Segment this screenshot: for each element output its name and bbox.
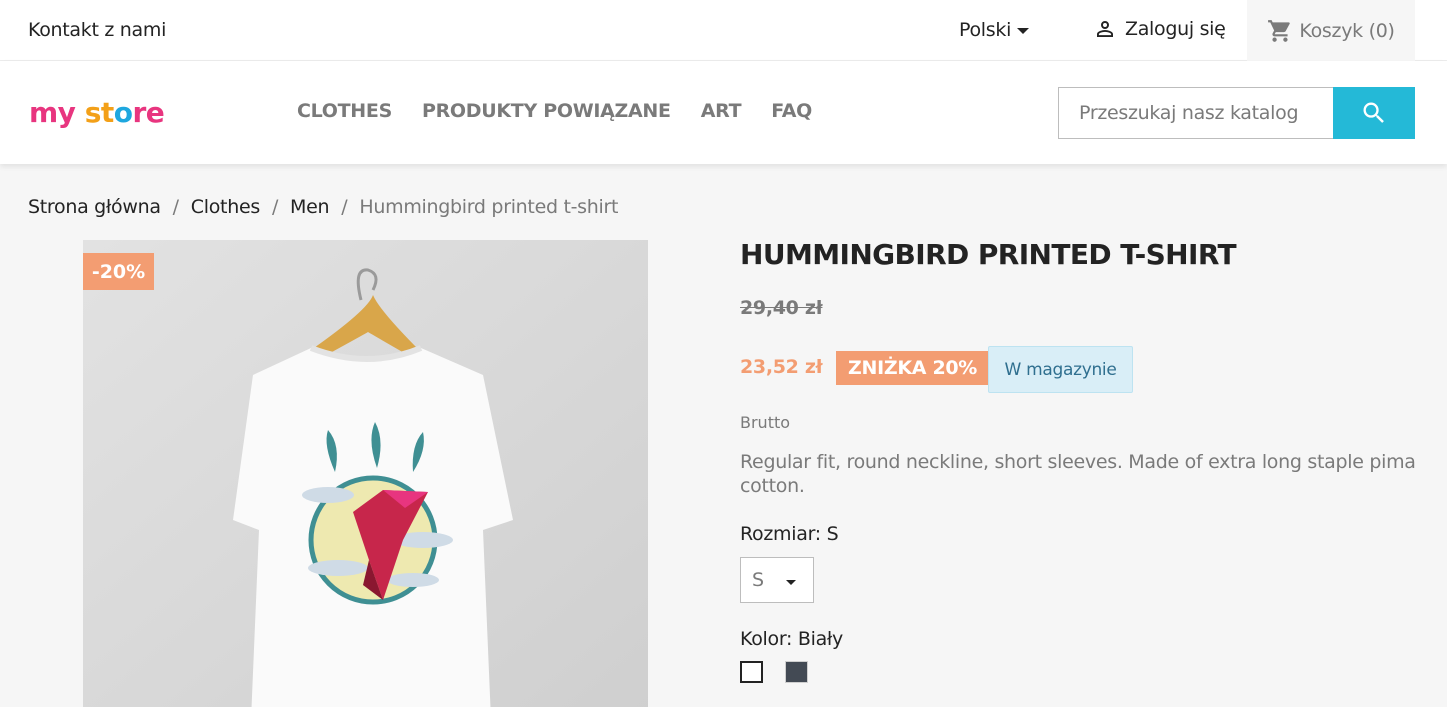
- regular-price: 29,40 zł: [740, 297, 823, 319]
- logo-part: my: [29, 96, 76, 129]
- search-input[interactable]: [1058, 87, 1334, 139]
- store-logo[interactable]: my store: [29, 96, 165, 129]
- search-button[interactable]: [1333, 87, 1415, 139]
- main-header: my store CLOTHES PRODUKTY POWIĄZANE ART …: [0, 61, 1447, 164]
- color-swatch-white[interactable]: [740, 661, 763, 683]
- top-bar: Kontakt z nami Polski Zaloguj się Koszyk…: [0, 0, 1447, 61]
- breadcrumb-separator: /: [172, 196, 179, 218]
- breadcrumb: Strona główna / Clothes / Men / Hummingb…: [28, 196, 618, 218]
- size-select-value: S: [752, 569, 765, 591]
- tax-label: Brutto: [740, 413, 791, 432]
- login-link[interactable]: Zaloguj się: [1093, 17, 1226, 41]
- stock-status-badge: W magazynie: [988, 346, 1133, 393]
- color-label: Kolor: Biały: [740, 628, 843, 650]
- breadcrumb-home[interactable]: Strona główna: [28, 196, 161, 218]
- chevron-down-icon: [1017, 28, 1030, 34]
- discount-flag: -20%: [83, 253, 154, 290]
- breadcrumb-separator: /: [271, 196, 279, 218]
- logo-part: [75, 96, 84, 129]
- nav-item-clothes[interactable]: CLOTHES: [297, 100, 392, 122]
- breadcrumb-separator: /: [341, 196, 348, 218]
- size-select[interactable]: S: [740, 557, 814, 603]
- logo-part: o: [113, 96, 133, 129]
- product-title: HUMMINGBIRD PRINTED T-SHIRT: [740, 238, 1237, 271]
- color-swatch-grey[interactable]: [785, 661, 808, 683]
- current-price: 23,52 zł: [740, 356, 823, 378]
- contact-link[interactable]: Kontakt z nami: [28, 19, 166, 41]
- breadcrumb-clothes[interactable]: Clothes: [191, 196, 260, 218]
- login-label: Zaloguj się: [1125, 18, 1226, 40]
- breadcrumb-current: Hummingbird printed t-shirt: [359, 196, 619, 218]
- nav-item-related-products[interactable]: PRODUKTY POWIĄZANE: [422, 100, 671, 122]
- logo-part: re: [132, 96, 165, 129]
- language-selector[interactable]: Polski: [959, 19, 1030, 41]
- size-label: Rozmiar: S: [740, 523, 839, 545]
- product-image[interactable]: [83, 240, 648, 707]
- product-description: Regular fit, round neckline, short sleev…: [740, 451, 1416, 497]
- breadcrumb-men[interactable]: Men: [290, 196, 330, 218]
- chevron-down-icon: [786, 580, 796, 585]
- main-nav: CLOTHES PRODUKTY POWIĄZANE ART FAQ: [297, 100, 842, 122]
- search-icon: [1363, 102, 1384, 123]
- nav-item-art[interactable]: ART: [701, 100, 742, 122]
- cart-button[interactable]: Koszyk (0): [1247, 0, 1415, 61]
- discount-badge: ZNIŻKA 20%: [836, 351, 990, 385]
- cart-label: Koszyk (0): [1299, 19, 1395, 42]
- tshirt-illustration: [83, 240, 648, 707]
- user-icon: [1097, 21, 1113, 37]
- logo-part: st: [84, 96, 115, 129]
- nav-item-faq[interactable]: FAQ: [771, 100, 812, 122]
- shopping-cart-icon: [1268, 19, 1291, 42]
- language-label: Polski: [959, 19, 1012, 41]
